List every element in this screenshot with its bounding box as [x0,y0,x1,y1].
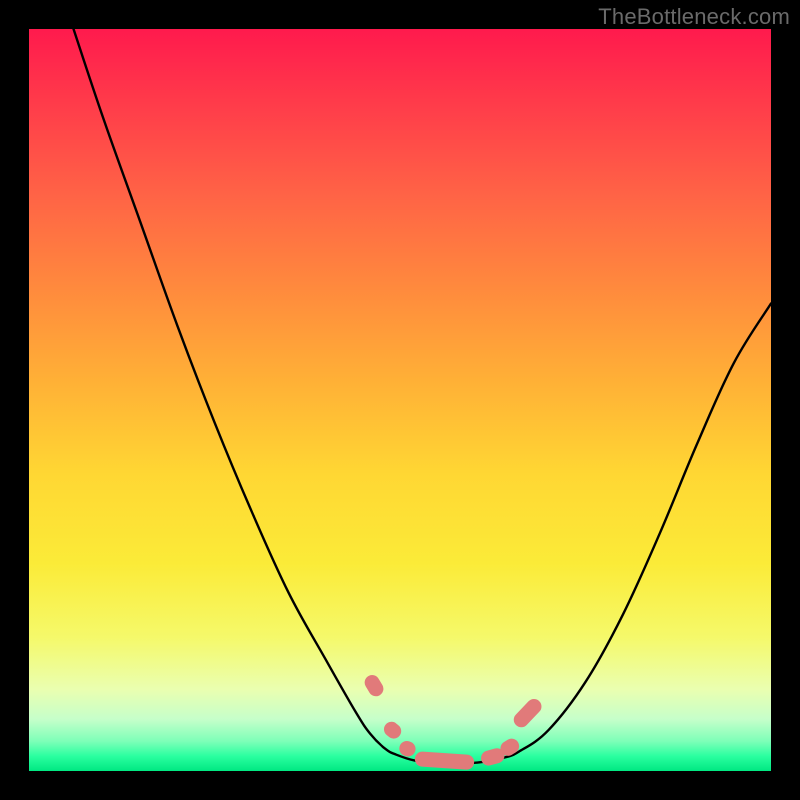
valley-beads-group [362,672,545,770]
bead-capsule [511,696,545,730]
valley-bead [362,672,386,699]
valley-bead [511,696,545,730]
bead-capsule [381,719,404,742]
watermark-text: TheBottleneck.com [598,4,790,30]
valley-bead [414,751,474,770]
plot-gradient-area [29,29,771,771]
outer-frame: TheBottleneck.com [0,0,800,800]
bottleneck-curve-path [74,29,771,764]
bead-capsule [414,751,474,770]
valley-bead [381,719,404,742]
bottleneck-curve-svg [29,29,771,771]
bead-capsule [362,672,386,699]
